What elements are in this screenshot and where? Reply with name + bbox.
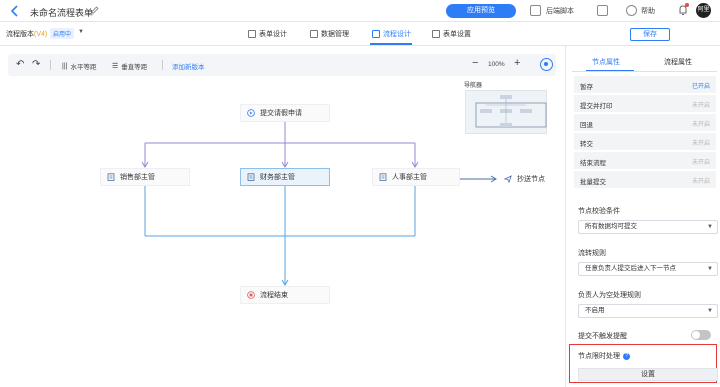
back-arrow-icon[interactable]: [10, 5, 20, 17]
property-row-stash[interactable]: 暂存 已开启: [574, 76, 716, 94]
chevron-down-icon: ▼: [707, 266, 713, 272]
document-icon[interactable]: [597, 5, 608, 16]
status-badge: 启用中: [50, 28, 75, 39]
node-label: 流程结束: [260, 292, 288, 299]
select-value: 任意负责人提交后进入下一节点: [585, 265, 676, 272]
property-value: 未开启: [691, 179, 710, 185]
property-row-transfer[interactable]: 转交 未开启: [574, 133, 716, 151]
node-end[interactable]: 流程结束: [240, 286, 330, 304]
property-value: 未开启: [691, 122, 710, 128]
properties-panel: 节点属性 流程属性 暂存 已开启 提交并打印 未开启 回退 未开启 转交 未开启…: [565, 46, 720, 387]
property-value: 已开启: [691, 84, 710, 90]
property-label: 提交并打印: [580, 103, 613, 110]
divider: [572, 71, 717, 72]
timeout-label-text: 节点限时处理: [578, 353, 620, 360]
send-icon: [503, 175, 512, 184]
tab-flow-properties[interactable]: 流程属性: [664, 57, 692, 67]
empty-rule-label: 负责人为空处理规则: [578, 292, 641, 299]
version-number: (V4): [34, 31, 48, 38]
property-value: 未开启: [691, 141, 710, 147]
property-label: 转交: [580, 141, 593, 148]
app-preview-button[interactable]: 应用预览: [446, 4, 516, 18]
flow-canvas[interactable]: ↶ ↷ ||| 水平等距 ☰ 垂直等距 添加新版本 − 100% + 导航器 提…: [0, 46, 565, 387]
active-tab-indicator: [370, 43, 412, 45]
node-label: 销售部主管: [120, 174, 155, 181]
node-label: 提交请假申请: [260, 110, 302, 117]
node-finance-manager[interactable]: 财务部主管: [240, 168, 330, 186]
node-cc[interactable]: 抄送节点: [497, 170, 559, 188]
property-value: 未开启: [691, 160, 710, 166]
approver-icon: [379, 173, 387, 181]
tab-label: 数据管理: [321, 31, 349, 38]
empty-rule-select[interactable]: 不启用 ▼: [578, 304, 718, 318]
flow-connectors: [141, 122, 497, 286]
flow-rule-select[interactable]: 任意负责人提交后进入下一节点 ▼: [578, 262, 718, 276]
property-row-end-flow[interactable]: 结束流程 未开启: [574, 152, 716, 170]
top-bar: 未命名流程表单 应用预览 后端脚本 帮助 阿里: [0, 0, 720, 22]
data-icon: [310, 30, 318, 38]
backend-script-link[interactable]: 后端脚本: [546, 6, 574, 16]
notification-dot: [685, 3, 689, 7]
sub-bar: 流程版本(V4) 启用中 ▼ 表单设计 数据管理 流程设计 表单设置 保存: [0, 22, 720, 46]
version-label: 流程版本: [6, 31, 34, 38]
save-button[interactable]: 保存: [630, 28, 670, 41]
avatar[interactable]: 阿里: [696, 3, 711, 18]
validation-label: 节点校验条件: [578, 208, 620, 215]
tab-node-properties[interactable]: 节点属性: [592, 57, 620, 67]
tab-process-design[interactable]: 流程设计: [372, 29, 411, 39]
select-value: 所有数据均可提交: [585, 223, 637, 230]
property-row-batch-submit[interactable]: 批量提交 未开启: [574, 171, 716, 189]
node-label: 财务部主管: [260, 174, 295, 181]
tab-label: 表单设置: [443, 31, 471, 38]
tab-label: 表单设计: [259, 31, 287, 38]
property-value: 未开启: [691, 103, 710, 109]
panel-tabs: 节点属性 流程属性: [566, 54, 720, 72]
property-row-rollback[interactable]: 回退 未开启: [574, 114, 716, 132]
select-value: 不启用: [585, 307, 605, 314]
edit-icon[interactable]: [90, 5, 100, 15]
help-link[interactable]: 帮助: [641, 6, 655, 16]
no-reminder-label: 提交不触发提醒: [578, 333, 627, 340]
stop-icon: [247, 291, 255, 299]
form-icon: [248, 30, 256, 38]
node-sales-manager[interactable]: 销售部主管: [100, 168, 190, 186]
tab-form-settings[interactable]: 表单设置: [432, 29, 471, 39]
chevron-down-icon: ▼: [707, 224, 713, 230]
property-row-submit-print[interactable]: 提交并打印 未开启: [574, 95, 716, 113]
help-icon[interactable]: ?: [623, 352, 630, 360]
property-label: 批量提交: [580, 179, 606, 186]
play-icon: [247, 109, 255, 117]
script-icon[interactable]: [530, 5, 541, 16]
chevron-down-icon[interactable]: ▼: [78, 29, 84, 35]
node-submit[interactable]: 提交请假申请: [240, 104, 330, 122]
timeout-set-button[interactable]: 设置: [578, 368, 718, 381]
no-reminder-toggle[interactable]: [691, 330, 711, 340]
property-label: 暂存: [580, 84, 593, 91]
timeout-label: 节点限时处理?: [578, 351, 630, 361]
chevron-down-icon: ▼: [707, 308, 713, 314]
tab-data-management[interactable]: 数据管理: [310, 29, 349, 39]
settings-icon: [432, 30, 440, 38]
validation-select[interactable]: 所有数据均可提交 ▼: [578, 220, 718, 234]
process-icon: [372, 30, 380, 38]
node-hr-manager[interactable]: 人事部主管: [372, 168, 460, 186]
node-label: 人事部主管: [392, 174, 427, 181]
node-label: 抄送节点: [517, 176, 545, 183]
approver-icon: [107, 173, 115, 181]
form-title: 未命名流程表单: [30, 8, 94, 18]
approver-icon: [247, 173, 255, 181]
flow-rule-label: 流转规则: [578, 250, 606, 257]
version-selector[interactable]: 流程版本(V4): [6, 29, 47, 39]
property-label: 回退: [580, 122, 593, 129]
tab-label: 流程设计: [383, 31, 411, 38]
tab-form-design[interactable]: 表单设计: [248, 29, 287, 39]
property-label: 结束流程: [580, 160, 606, 167]
help-icon[interactable]: [626, 5, 637, 16]
